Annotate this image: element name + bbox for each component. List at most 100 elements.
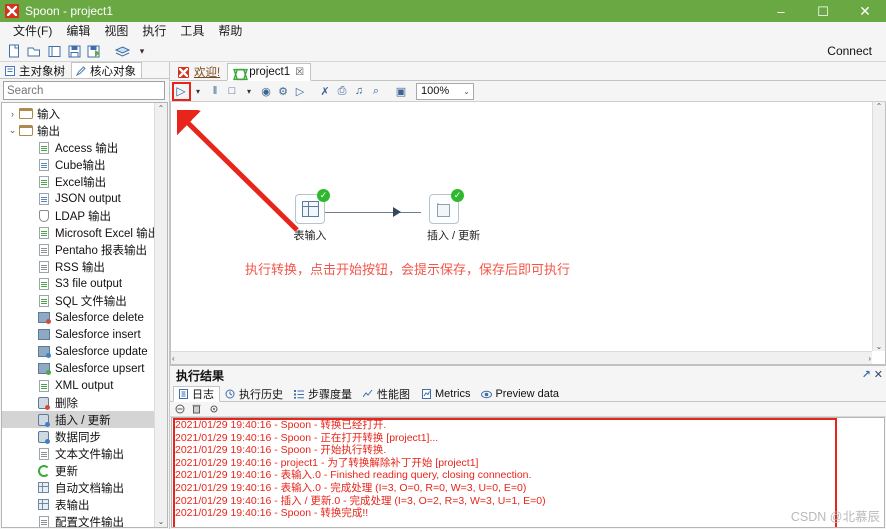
canvas-vertical-scrollbar[interactable]: ⌃ ⌄ [872, 102, 885, 351]
tab-performance-graph[interactable]: 性能图 [358, 386, 416, 402]
tree-scrollbar[interactable]: ⌃ ⌄ [154, 103, 167, 527]
search-row: ✕ [0, 79, 210, 102]
canvas-horizontal-scrollbar[interactable]: ‹ › [171, 351, 872, 364]
folder-icon [19, 108, 33, 119]
tree-scroll-up-icon[interactable]: ⌃ [158, 104, 165, 113]
tree-item[interactable]: Salesforce insert [2, 326, 154, 343]
generate-sql-button[interactable]: ♫ [351, 83, 367, 100]
canvas-scroll-up-icon[interactable]: ⌃ [876, 102, 883, 111]
layers-icon[interactable] [113, 43, 131, 60]
close-icon[interactable]: ☒ [295, 67, 304, 78]
close-button[interactable]: ✕ [844, 0, 886, 22]
log-icon [177, 388, 189, 400]
step-node-table-input-label: 表输入 [293, 230, 327, 242]
open-file-icon[interactable] [25, 43, 43, 60]
tree-item[interactable]: Salesforce upsert [2, 360, 154, 377]
tree-item[interactable]: LDAP 输出 [2, 207, 154, 224]
transformation-canvas[interactable]: ✓ 表输入 ↘ ✓ 插入 / 更新 [170, 102, 886, 365]
tree-item[interactable]: RSS 输出 [2, 258, 154, 275]
log-settings-icon[interactable] [174, 404, 185, 415]
menu-item-file[interactable]: 文件(F) [6, 22, 59, 41]
canvas-scroll-left-icon[interactable]: ‹ [172, 354, 175, 363]
run-options-caret-icon[interactable]: ▾ [190, 83, 206, 100]
zoom-level-select[interactable]: 100% ⌄ [416, 82, 474, 100]
tab-step-metrics[interactable]: 步骤度量 [289, 386, 358, 402]
tree-item[interactable]: Cube输出 [2, 156, 154, 173]
tree-item[interactable]: Microsoft Excel 输出 [2, 224, 154, 241]
tree-item[interactable]: XML output [2, 377, 154, 394]
replay-button[interactable]: ▷ [292, 83, 308, 100]
canvas-scroll-right-icon[interactable]: › [868, 354, 871, 363]
tree-item[interactable]: JSON output [2, 190, 154, 207]
menu-item-tools[interactable]: 工具 [173, 22, 211, 41]
tree-item[interactable]: 配置文件输出 [2, 513, 154, 527]
tree-item[interactable]: 插入 / 更新 [2, 411, 154, 428]
tab-preview-data[interactable]: Preview data [476, 386, 565, 402]
log-options-gear-icon[interactable] [208, 404, 219, 415]
twisty-icon[interactable]: ⌄ [6, 125, 19, 136]
tab-main-object-tree[interactable]: 主对象树 [0, 62, 71, 79]
fit-to-screen-button[interactable]: ▣ [393, 83, 409, 100]
tree-item[interactable]: Access 输出 [2, 139, 154, 156]
menu-item-help[interactable]: 帮助 [211, 22, 249, 41]
debug-button[interactable]: ⚙ [275, 83, 291, 100]
menu-item-run[interactable]: 执行 [135, 22, 173, 41]
tree-item[interactable]: Excel输出 [2, 173, 154, 190]
salesforce-icon [36, 362, 51, 375]
connect-button[interactable]: Connect [827, 44, 872, 58]
clear-log-icon[interactable] [191, 404, 202, 415]
save-icon[interactable] [65, 43, 83, 60]
step-node-insert-update[interactable]: ↘ ✓ 插入 / 更新 [427, 189, 480, 243]
run-button[interactable]: ▷ [173, 83, 189, 100]
canvas-scroll-down-icon[interactable]: ⌄ [876, 342, 883, 351]
preview-button[interactable]: ◉ [258, 83, 274, 100]
tree-item[interactable]: Salesforce delete [2, 309, 154, 326]
pause-button[interactable]: ‖ [207, 83, 223, 100]
menu-item-view[interactable]: 视图 [97, 22, 135, 41]
step-node-table-input[interactable]: ✓ 表输入 [293, 189, 330, 243]
log-output-area[interactable]: 2021/01/29 19:40:16 - Spoon - 转换已经打开. 202… [171, 417, 885, 528]
tree-item[interactable]: 表输出 [2, 496, 154, 513]
tree-item[interactable]: 文本文件输出 [2, 445, 154, 462]
inspect-button[interactable]: ⌕ [368, 83, 384, 100]
maximize-button[interactable]: ☐ [802, 0, 844, 22]
tree-item[interactable]: SQL 文件输出 [2, 292, 154, 309]
tree-item-label: 自动文档输出 [55, 482, 124, 495]
tree-item[interactable]: 数据同步 [2, 428, 154, 445]
tree-item[interactable]: › 输入 [2, 105, 154, 122]
save-as-icon[interactable] [85, 43, 103, 60]
tree-item[interactable]: Pentaho 报表输出 [2, 241, 154, 258]
twisty-icon[interactable]: › [6, 109, 19, 119]
log-line: 2021/01/29 19:40:16 - 插入 / 更新.0 - 完成处理 (… [175, 494, 546, 507]
close-panel-icon[interactable]: ✕ [874, 368, 883, 381]
toolbar-dropdown-caret-icon[interactable]: ▾ [133, 43, 151, 60]
tab-metrics[interactable]: Metrics [416, 386, 476, 402]
tab-welcome[interactable]: 欢迎! [172, 63, 227, 81]
tree-item-label: Salesforce delete [55, 311, 144, 324]
maximize-panel-icon[interactable]: ↗ [862, 368, 871, 381]
tree-item[interactable]: S3 file output [2, 275, 154, 292]
tree-item[interactable]: ⌄ 输出 [2, 122, 154, 139]
tree-item[interactable]: 更新 [2, 462, 154, 479]
search-input[interactable] [3, 81, 165, 100]
tree-scroll-down-icon[interactable]: ⌄ [158, 517, 165, 526]
new-file-icon[interactable] [5, 43, 23, 60]
menu-item-edit[interactable]: 编辑 [59, 22, 97, 41]
impact-analysis-button[interactable]: ⎙ [334, 83, 350, 100]
tab-metrics-label: Metrics [435, 388, 471, 400]
core-objects-tree[interactable]: › 输入 ⌄ 输出 Access 输出 Cube输出 Excel输出 JSON output L… [2, 103, 154, 527]
tab-core-objects[interactable]: 核心对象 [71, 62, 142, 79]
explore-repository-icon[interactable] [45, 43, 63, 60]
stop-button[interactable]: □ [224, 83, 240, 100]
verify-transformation-button[interactable]: ✗ [317, 83, 333, 100]
stop-options-caret-icon[interactable]: ▾ [241, 83, 257, 100]
tab-execution-history[interactable]: 执行历史 [220, 386, 289, 402]
tab-log[interactable]: 日志 [173, 386, 220, 402]
tree-item[interactable]: 自动文档输出 [2, 479, 154, 496]
minimize-button[interactable]: – [760, 0, 802, 22]
tree-item[interactable]: Salesforce update [2, 343, 154, 360]
log-line: 2021/01/29 19:40:16 - Spoon - 转换完成!! [175, 507, 369, 520]
tab-project1[interactable]: project1 ☒ [227, 63, 312, 81]
tree-item[interactable]: 删除 [2, 394, 154, 411]
title-bar: Spoon - project1 – ☐ ✕ [0, 0, 886, 22]
